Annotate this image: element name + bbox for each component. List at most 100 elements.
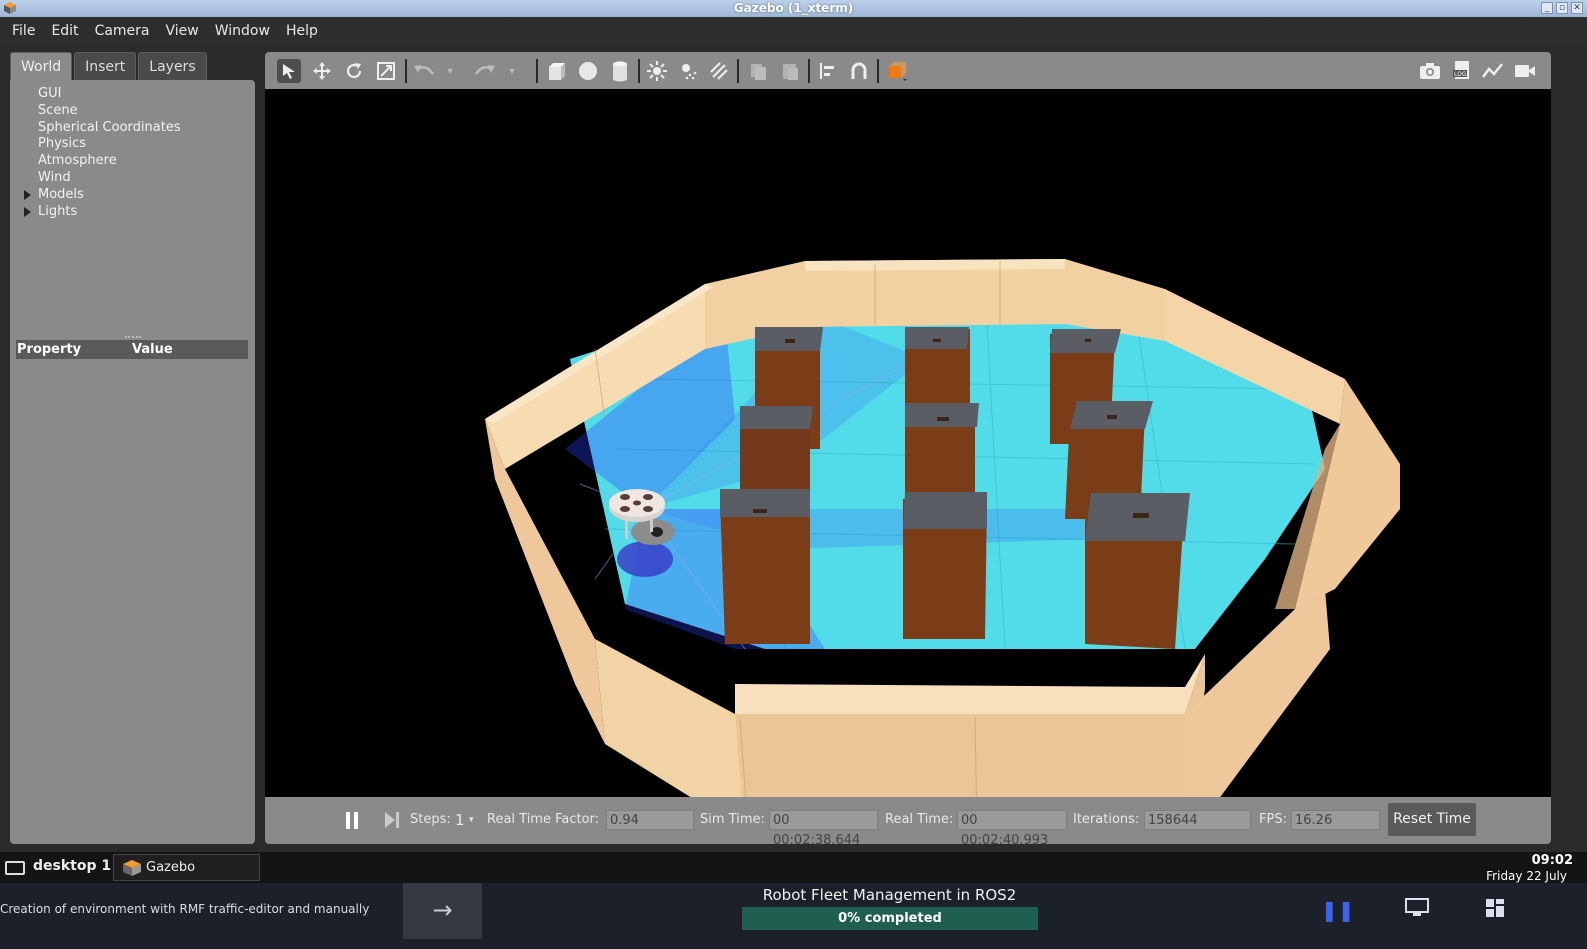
undo-icon[interactable] <box>412 59 436 83</box>
tree-item-models[interactable]: Models <box>22 187 181 204</box>
next-lesson-button[interactable]: → <box>403 883 482 939</box>
menu-file[interactable]: File <box>4 23 43 39</box>
taskbar-gazebo-button[interactable]: Gazebo (1_xterm) <box>113 854 260 900</box>
copy-icon[interactable] <box>746 59 770 83</box>
point-light-icon[interactable] <box>645 59 669 83</box>
tree-item-scene[interactable]: Scene <box>22 103 181 120</box>
toolbar-separator <box>808 59 810 83</box>
world-tree: GUI Scene Spherical Coordinates Physics … <box>22 86 181 220</box>
simulation-controls-bar: Steps: 1 ▾ Real Time Factor: 0.94 Sim Ti… <box>265 797 1551 844</box>
toolbar-separator <box>877 59 879 83</box>
scale-mode-icon[interactable] <box>374 59 398 83</box>
course-title: Robot Fleet Management in ROS2 <box>762 886 1017 904</box>
menu-camera[interactable]: Camera <box>87 23 158 39</box>
property-column-header: Property <box>17 342 82 357</box>
close-button[interactable]: ✕ <box>1571 2 1583 14</box>
real-time-factor-label: Real Time Factor: <box>487 812 600 827</box>
redo-history-chevron-icon[interactable]: ▾ <box>505 59 519 83</box>
desktop-label[interactable]: desktop 1 <box>33 858 111 874</box>
menu-window[interactable]: Window <box>207 23 278 39</box>
tree-item-spherical-coordinates[interactable]: Spherical Coordinates <box>22 120 181 137</box>
reset-time-button[interactable]: Reset Time <box>1388 803 1476 836</box>
fps-field: 16.26 <box>1291 810 1380 830</box>
align-icon[interactable] <box>816 59 840 83</box>
wall-left-lower <box>485 419 605 744</box>
tree-item-physics[interactable]: Physics <box>22 136 181 153</box>
pause-icon[interactable] <box>345 812 361 829</box>
clock-date: Friday 22 July <box>1486 869 1567 883</box>
window-title: Gazebo (1_xterm) <box>733 1 854 15</box>
sphere-icon[interactable] <box>576 59 600 83</box>
snap-icon[interactable] <box>847 59 871 83</box>
monitor-icon[interactable] <box>1405 898 1429 923</box>
tree-item-atmosphere[interactable]: Atmosphere <box>22 153 181 170</box>
spot-light-icon[interactable] <box>676 59 700 83</box>
tree-item-gui[interactable]: GUI <box>22 86 181 103</box>
taskbar: desktop 1 Gazebo (1_xterm) 09:02 Friday … <box>0 852 1587 900</box>
tree-item-lights[interactable]: Lights <box>22 204 181 221</box>
svg-text:LOG: LOG <box>1454 71 1467 78</box>
panel-splitter-handle[interactable] <box>125 336 141 338</box>
plot-icon[interactable] <box>1481 59 1505 83</box>
expand-arrow-icon[interactable] <box>24 189 31 200</box>
gazebo-app-icon <box>123 860 141 876</box>
shelf-8 <box>903 492 987 639</box>
real-time-label: Real Time: <box>885 812 954 827</box>
tree-item-label: Scene <box>38 102 78 118</box>
translate-mode-icon[interactable] <box>310 59 334 83</box>
steps-dropdown-chevron-icon[interactable]: ▾ <box>469 810 474 830</box>
render-viewport[interactable]: ▾ ▾ LOG Steps: 1 ▾ Real Time Factor: 0.9… <box>265 52 1551 844</box>
undo-history-chevron-icon[interactable]: ▾ <box>443 59 457 83</box>
log-icon[interactable]: LOG <box>1450 59 1474 83</box>
world-panel: GUI Scene Spherical Coordinates Physics … <box>10 80 255 844</box>
minimize-button[interactable]: _ <box>1541 2 1553 14</box>
steps-label: Steps: <box>410 812 451 827</box>
grid-layout-icon[interactable] <box>1485 898 1505 923</box>
sim-time-field: 00 00:02:38.644 <box>769 810 878 844</box>
toolbar-separator <box>405 59 407 83</box>
pause-icon[interactable]: ❚❚ <box>1321 898 1355 922</box>
steps-value[interactable]: 1 <box>455 810 465 830</box>
directional-light-icon[interactable] <box>707 59 731 83</box>
box-icon[interactable] <box>544 59 568 83</box>
sim-time-label: Sim Time: <box>700 812 765 827</box>
menu-view[interactable]: View <box>158 23 207 39</box>
toolbar-separator <box>737 59 739 83</box>
iterations-label: Iterations: <box>1073 812 1140 827</box>
course-progress-bar: 0% completed <box>742 907 1038 930</box>
menubar: File Edit Camera View Window Help <box>0 17 1587 44</box>
window-title-bar[interactable]: Gazebo (1_xterm) _ ▫ ✕ <box>0 0 1587 17</box>
tree-item-wind[interactable]: Wind <box>22 170 181 187</box>
clock-time: 09:02 <box>1531 853 1573 868</box>
menu-help[interactable]: Help <box>278 23 326 39</box>
tree-item-label: Models <box>38 186 84 202</box>
fps-label: FPS: <box>1259 812 1287 827</box>
select-mode-icon[interactable] <box>277 59 301 83</box>
step-icon[interactable] <box>385 812 401 829</box>
wall-front <box>725 654 1205 797</box>
lesson-caption[interactable]: Creation of environment with RMF traffic… <box>0 902 369 916</box>
screenshot-icon[interactable] <box>1418 59 1442 83</box>
rotate-mode-icon[interactable] <box>342 59 366 83</box>
tree-item-label: Atmosphere <box>38 153 117 169</box>
real-time-factor-field: 0.94 <box>606 810 694 830</box>
property-table-header: Property Value <box>16 340 248 359</box>
tab-world[interactable]: World <box>10 52 73 80</box>
screen: Gazebo (1_xterm) _ ▫ ✕ File Edit Camera … <box>0 0 1587 949</box>
cylinder-icon[interactable] <box>608 59 632 83</box>
paste-icon[interactable] <box>778 59 802 83</box>
tab-layers[interactable]: Layers <box>138 52 207 80</box>
tab-insert[interactable]: Insert <box>74 52 137 80</box>
simulation-scene[interactable] <box>265 89 1551 797</box>
left-panel: World Insert Layers GUI Scene Spherical … <box>10 52 255 844</box>
menu-edit[interactable]: Edit <box>43 23 86 39</box>
redo-icon[interactable] <box>473 59 497 83</box>
viewport-toolbar: ▾ ▾ LOG <box>265 52 1551 89</box>
record-video-icon[interactable] <box>1513 59 1537 83</box>
left-panel-tabs: World Insert Layers <box>10 52 207 80</box>
maximize-button[interactable]: ▫ <box>1556 2 1568 14</box>
desktop-icon[interactable] <box>5 861 25 875</box>
tree-item-label: Wind <box>38 169 71 185</box>
change-view-icon[interactable] <box>885 59 909 83</box>
expand-arrow-icon[interactable] <box>24 206 31 217</box>
